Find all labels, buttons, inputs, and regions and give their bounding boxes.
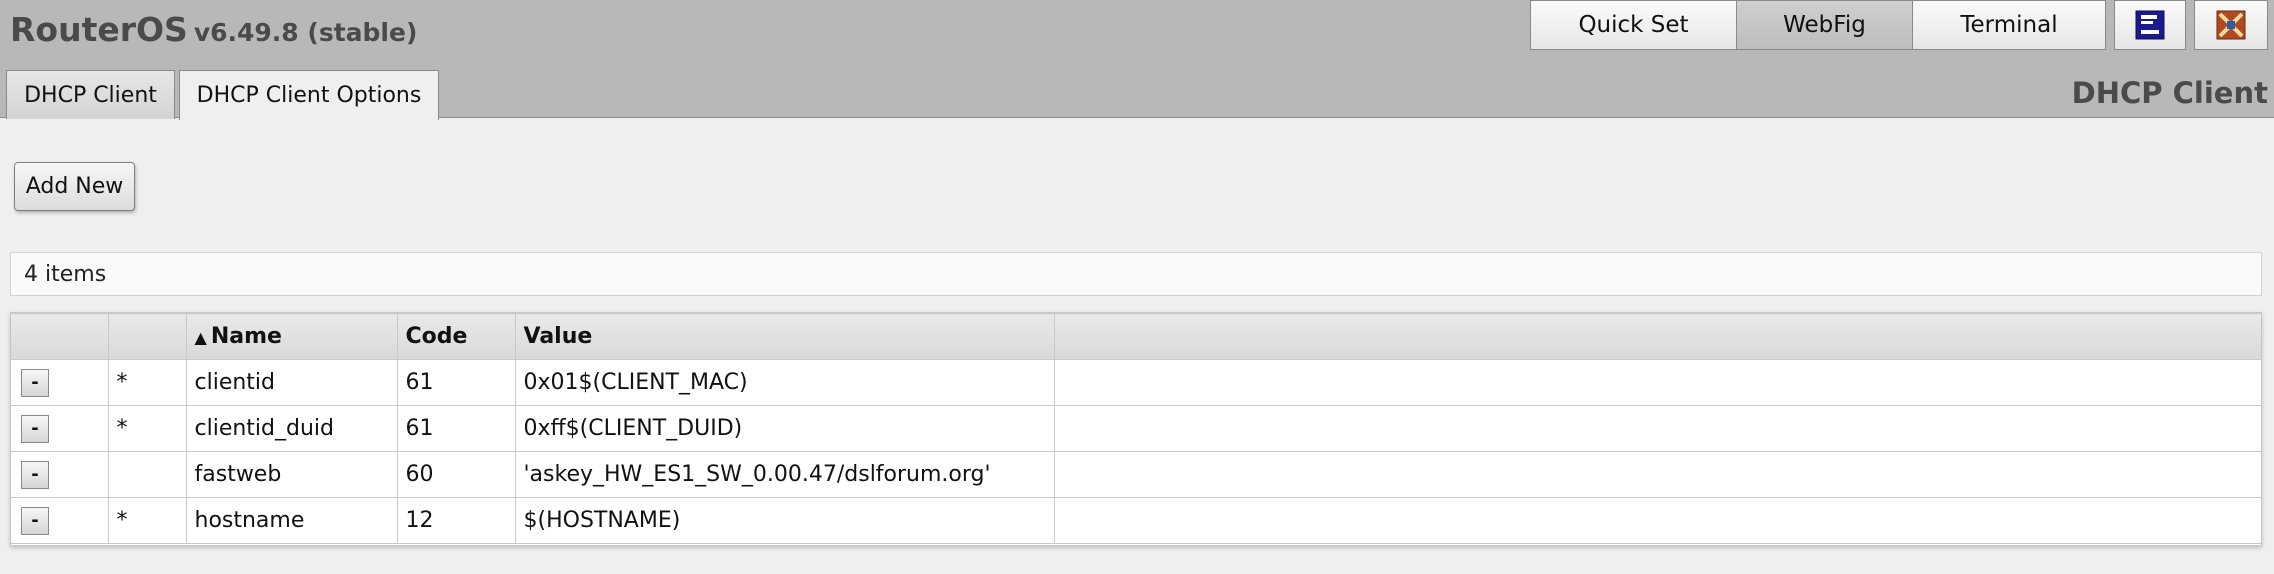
row-flag: * — [107, 405, 187, 452]
table-row[interactable]: - * hostname 12 $(HOSTNAME) — [11, 497, 2261, 544]
item-count: 4 items — [24, 261, 107, 287]
row-value: $(HOSTNAME) — [514, 497, 1055, 544]
row-remove-cell: - — [11, 405, 109, 452]
top-bar: RouterOS v6.49.8 (stable) Quick Set WebFi… — [0, 0, 2274, 120]
row-code: 60 — [396, 451, 516, 498]
row-value: 'askey_HW_ES1_SW_0.00.47/dslforum.org' — [514, 451, 1055, 498]
remove-row-button[interactable]: - — [21, 460, 49, 489]
row-filler — [1053, 451, 2261, 498]
row-filler — [1053, 359, 2261, 406]
version-label: v6.49.8 (stable) — [193, 18, 418, 47]
webfig-button[interactable]: WebFig — [1736, 0, 1913, 50]
row-name[interactable]: clientid_duid — [185, 405, 398, 452]
theme-button[interactable] — [2194, 0, 2268, 50]
brand-name: RouterOS — [10, 10, 188, 49]
column-header-remove — [11, 313, 109, 360]
row-code: 12 — [396, 497, 516, 544]
row-value: 0xff$(CLIENT_DUID) — [514, 405, 1055, 452]
section-title: DHCP Client — [2071, 76, 2268, 110]
add-new-button[interactable]: Add New — [14, 162, 135, 211]
tab-dhcp-client-options[interactable]: DHCP Client Options — [179, 70, 439, 120]
row-filler — [1053, 497, 2261, 544]
column-header-name[interactable]: ▲ Name — [185, 313, 398, 360]
row-value: 0x01$(CLIENT_MAC) — [514, 359, 1055, 406]
brand: RouterOS v6.49.8 (stable) — [10, 10, 417, 49]
options-table: ▲ Name Code Value - * clientid 61 0x01$(C… — [10, 312, 2262, 546]
row-name[interactable]: clientid — [185, 359, 398, 406]
row-remove-cell: - — [11, 497, 109, 544]
column-header-name-label: Name — [210, 324, 282, 349]
row-code: 61 — [396, 405, 516, 452]
row-flag — [107, 451, 187, 498]
row-code: 61 — [396, 359, 516, 406]
row-name[interactable]: fastweb — [185, 451, 398, 498]
tab-dhcp-client[interactable]: DHCP Client — [6, 70, 175, 119]
terminal-button[interactable]: Terminal — [1912, 0, 2106, 50]
quick-set-button[interactable]: Quick Set — [1530, 0, 1737, 50]
options-table-grid: ▲ Name Code Value - * clientid 61 0x01$(C… — [11, 313, 2261, 544]
column-header-filler — [1053, 313, 2261, 360]
winbox-button[interactable] — [2114, 0, 2186, 50]
sort-ascending-icon: ▲ — [194, 328, 207, 347]
row-remove-cell: - — [11, 451, 109, 498]
remove-row-button[interactable]: - — [21, 506, 49, 535]
row-name[interactable]: hostname — [185, 497, 398, 544]
row-flag: * — [107, 359, 187, 406]
remove-row-button[interactable]: - — [21, 368, 49, 397]
winbox-icon — [2135, 10, 2165, 40]
row-remove-cell: - — [11, 359, 109, 406]
row-flag: * — [107, 497, 187, 544]
column-header-value[interactable]: Value — [514, 313, 1055, 360]
row-filler — [1053, 405, 2261, 452]
table-row[interactable]: - * clientid 61 0x01$(CLIENT_MAC) — [11, 359, 2261, 406]
column-header-flag — [107, 313, 187, 360]
item-count-bar: 4 items — [10, 252, 2262, 296]
column-header-code[interactable]: Code — [396, 313, 516, 360]
table-header-row: ▲ Name Code Value — [11, 313, 2261, 360]
table-row[interactable]: - * clientid_duid 61 0xff$(CLIENT_DUID) — [11, 405, 2261, 452]
remove-row-button[interactable]: - — [21, 414, 49, 443]
flag-icon — [2216, 10, 2246, 40]
table-row[interactable]: - fastweb 60 'askey_HW_ES1_SW_0.00.47/ds… — [11, 451, 2261, 498]
